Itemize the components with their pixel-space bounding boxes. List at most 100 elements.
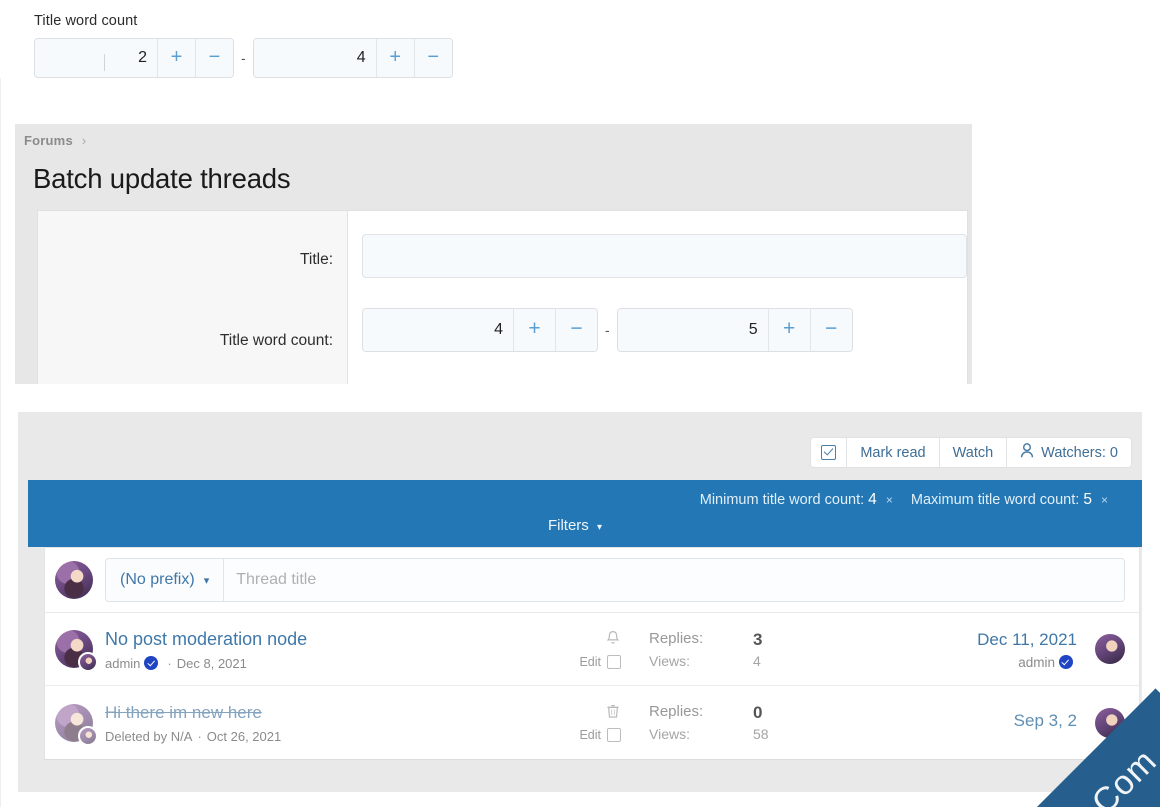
- breadcrumb-item-forums[interactable]: Forums: [24, 133, 73, 148]
- last-post-date[interactable]: Sep 3, 2: [857, 710, 1077, 732]
- verified-badge-icon: [144, 656, 159, 670]
- select-all-button[interactable]: [811, 438, 848, 467]
- thread-list: (No prefix) ▾ No post moderation node ad…: [44, 547, 1140, 760]
- thread-edit-column: Edit: [557, 703, 627, 742]
- top-range-separator: -: [241, 50, 246, 66]
- edit-label: Edit: [579, 728, 601, 742]
- word-count-field-label: Title word count:: [219, 332, 333, 349]
- panel-range-separator: -: [605, 322, 610, 338]
- avatar-badge: [78, 725, 98, 746]
- thread-author[interactable]: admin: [105, 656, 140, 671]
- filter-chip-max-value: 5: [1083, 491, 1092, 508]
- thread-last-post: Sep 3, 2: [857, 710, 1087, 736]
- filter-chip-max: Maximum title word count: 5 ×: [911, 491, 1122, 508]
- top-title-word-count-widget: Title word count + − - + −: [0, 0, 1160, 78]
- table-row[interactable]: Hi there im new here Deleted by N/A · Oc…: [45, 686, 1139, 759]
- filters-dropdown-toggle[interactable]: Filters ▾: [28, 517, 1122, 534]
- thread-meta: admin · Dec 8, 2021: [105, 656, 557, 671]
- panel-word-count-row: + − - + −: [362, 308, 967, 352]
- filters-toggle-label: Filters: [547, 517, 589, 534]
- verified-badge-icon: [1059, 655, 1073, 669]
- thread-select-checkbox[interactable]: [607, 654, 621, 669]
- filter-chip-min-remove-icon[interactable]: ×: [886, 493, 893, 507]
- page-title: Batch update threads: [33, 163, 291, 194]
- views-value: 4: [753, 652, 761, 669]
- panel-max-stepper[interactable]: + −: [616, 308, 853, 352]
- filter-chip-min-value: 4: [868, 491, 877, 508]
- block-toolbar: Mark read Watch Watchers: 0: [810, 437, 1132, 468]
- thread-last-post: Dec 11, 2021 admin: [857, 629, 1087, 670]
- trash-icon: [557, 703, 621, 725]
- bell-icon: [557, 630, 621, 652]
- thread-select-checkbox[interactable]: [607, 728, 621, 742]
- thread-main: No post moderation node admin · Dec 8, 2…: [105, 628, 557, 671]
- thread-list-section: Mark read Watch Watchers: 0 Minimum titl…: [18, 412, 1142, 792]
- avatar-badge: [78, 652, 98, 672]
- title-input[interactable]: [362, 234, 967, 278]
- avatar: [55, 561, 93, 599]
- thread-date: Oct 26, 2021: [206, 729, 282, 744]
- page-root: Title word count + − - + − Forums › Batc…: [0, 0, 1160, 807]
- avatar[interactable]: [55, 630, 98, 672]
- table-row[interactable]: No post moderation node admin · Dec 8, 2…: [45, 613, 1139, 686]
- thread-meta: Deleted by N/A · Oct 26, 2021: [105, 729, 557, 744]
- thread-edit-column: Edit: [557, 630, 627, 669]
- replies-value: 3: [753, 629, 763, 649]
- panel-max-input[interactable]: [617, 309, 768, 351]
- top-max-stepper[interactable]: + −: [252, 38, 453, 78]
- top-max-decrement-button[interactable]: −: [413, 39, 452, 77]
- active-filter-bar: Minimum title word count: 4 × Maximum ti…: [28, 480, 1142, 547]
- panel-min-decrement-button[interactable]: −: [555, 309, 597, 351]
- last-post-date[interactable]: Dec 11, 2021: [857, 629, 1077, 651]
- top-max-input[interactable]: [253, 39, 376, 77]
- top-max-increment-button[interactable]: +: [375, 39, 414, 77]
- last-post-user-line: admin: [857, 655, 1077, 670]
- panel-min-input[interactable]: [363, 309, 513, 351]
- panel-header: Forums › Batch update threads: [15, 124, 972, 195]
- prefix-select-label: (No prefix): [120, 571, 195, 588]
- page-left-edge: [0, 0, 1, 807]
- breadcrumb-chevron-icon: ›: [81, 133, 87, 148]
- top-min-input[interactable]: [35, 39, 157, 77]
- panel-min-stepper[interactable]: + −: [362, 308, 598, 352]
- last-post-user[interactable]: admin: [1018, 655, 1055, 670]
- panel-max-decrement-button[interactable]: −: [809, 309, 852, 351]
- filter-chip-max-remove-icon[interactable]: ×: [1101, 493, 1108, 507]
- form-label-column: Title: Title word count:: [38, 211, 348, 384]
- prefix-select[interactable]: (No prefix) ▾: [106, 559, 225, 601]
- thread-author: Deleted by N/A: [105, 729, 193, 744]
- filter-chip-list: Minimum title word count: 4 × Maximum ti…: [28, 489, 1122, 511]
- form-field-column: + − - + −: [348, 211, 967, 384]
- panel-min-increment-button[interactable]: +: [513, 309, 555, 351]
- checkbox-icon: [821, 445, 837, 460]
- person-icon: [1020, 443, 1034, 462]
- last-post-avatar[interactable]: [1095, 634, 1125, 664]
- replies-label: Replies:: [649, 703, 704, 720]
- watchers-label: Watchers: 0: [1041, 444, 1118, 461]
- top-min-stepper[interactable]: + −: [34, 38, 234, 78]
- watchers-button[interactable]: Watchers: 0: [1007, 438, 1131, 467]
- top-number-range-row: + − - + −: [34, 38, 1160, 78]
- replies-value: 0: [753, 703, 763, 722]
- chevron-down-icon: ▾: [596, 522, 603, 533]
- batch-update-threads-panel: Forums › Batch update threads Title: Tit…: [15, 124, 972, 384]
- mark-read-button[interactable]: Mark read: [847, 438, 940, 467]
- quick-thread-composer: (No prefix) ▾: [45, 548, 1139, 613]
- panel-max-increment-button[interactable]: +: [767, 309, 810, 351]
- thread-title-input[interactable]: [224, 559, 1124, 601]
- thread-edit-control[interactable]: Edit: [557, 728, 621, 742]
- last-post-avatar[interactable]: [1095, 707, 1125, 738]
- title-field-label: Title:: [299, 251, 333, 268]
- thread-title-link[interactable]: Hi there im new here: [105, 701, 557, 724]
- thread-date: Dec 8, 2021: [176, 655, 247, 671]
- thread-edit-control[interactable]: Edit: [557, 654, 621, 669]
- thread-title-link[interactable]: No post moderation node: [105, 628, 557, 651]
- top-widget-label: Title word count: [34, 13, 138, 29]
- watch-button[interactable]: Watch: [939, 438, 1008, 467]
- views-label: Views:: [649, 652, 690, 669]
- top-min-decrement-button[interactable]: −: [195, 39, 233, 77]
- views-label: Views:: [649, 726, 690, 742]
- thread-main: Hi there im new here Deleted by N/A · Oc…: [105, 701, 557, 744]
- avatar[interactable]: [55, 703, 98, 746]
- top-min-increment-button[interactable]: +: [157, 39, 195, 77]
